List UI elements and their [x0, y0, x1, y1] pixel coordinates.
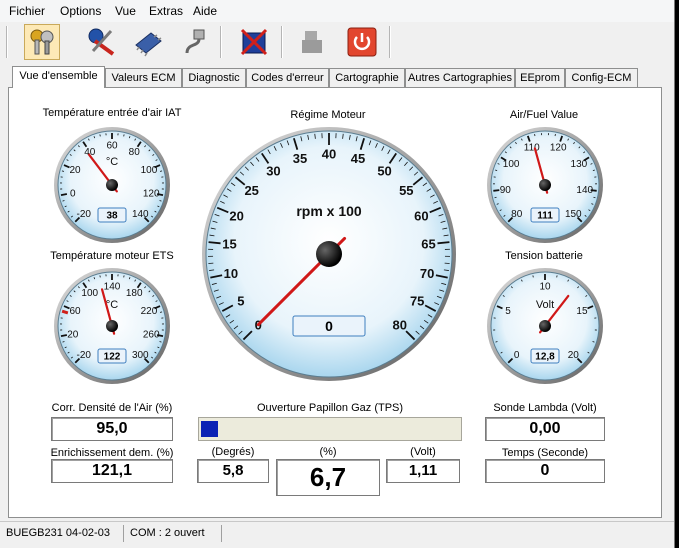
air-density-value: 95,0	[51, 417, 173, 441]
engine-button[interactable]	[294, 24, 330, 60]
menu-bar: Fichier Options Vue Extras Aide	[0, 0, 674, 23]
rpm-gauge-title: Régime Moteur	[290, 109, 366, 121]
power-button[interactable]	[344, 24, 380, 60]
tab-cartographie[interactable]: Cartographie	[329, 68, 405, 87]
enrichment-value: 121,1	[51, 459, 173, 483]
chip-icon	[135, 32, 162, 57]
engine-icon	[302, 31, 322, 53]
keys-button[interactable]	[24, 24, 60, 60]
status-ecm-id: BUEGB231 04-02-03	[2, 525, 124, 542]
degrees-value: 5,8	[197, 459, 269, 483]
ets-gauge-title: Température moteur ETS	[50, 250, 174, 262]
toolbar-separator	[6, 26, 8, 58]
time-label: Temps (Seconde)	[501, 447, 589, 459]
degrees-label: (Degrés)	[211, 446, 255, 458]
toolbar-separator	[220, 26, 222, 58]
menu-extras[interactable]: Extras	[149, 4, 183, 18]
battery-gauge-title: Tension batterie	[505, 250, 583, 262]
volt-label: (Volt)	[410, 446, 436, 458]
main-window: Fichier Options Vue Extras Aide Vue d'en…	[0, 0, 675, 548]
tab-eeprom[interactable]: EEprom	[515, 68, 565, 87]
afr-gauge-title: Air/Fuel Value	[509, 109, 579, 121]
time-value: 0	[485, 459, 605, 483]
tab-vue-ensemble[interactable]: Vue d'ensemble	[12, 66, 105, 88]
tab-codes-erreur[interactable]: Codes d'erreur	[246, 68, 329, 87]
menu-aide[interactable]: Aide	[193, 4, 217, 18]
throttle-progress-bar	[198, 417, 462, 441]
lambda-value: 0,00	[485, 417, 605, 441]
tab-config-ecm[interactable]: Config-ECM	[565, 68, 638, 87]
status-com-port: COM : 2 ouvert	[126, 525, 222, 542]
toolbar-separator	[281, 26, 283, 58]
throttle-title: Ouverture Papillon Gaz (TPS)	[256, 402, 404, 414]
menu-vue[interactable]: Vue	[115, 4, 136, 18]
tools-button[interactable]	[84, 24, 120, 60]
tab-diagnostic[interactable]: Diagnostic	[182, 68, 246, 87]
iat-gauge-title: Température entrée d'air IAT	[42, 107, 182, 119]
toolbar-separator	[389, 26, 391, 58]
eeprom-cross-icon	[240, 28, 268, 56]
volt-value: 1,11	[386, 459, 460, 483]
status-empty	[224, 525, 672, 542]
cable-icon	[185, 29, 205, 54]
lambda-label: Sonde Lambda (Volt)	[493, 402, 597, 414]
percent-value: 6,7	[276, 459, 380, 496]
tab-autres-cartographies[interactable]: Autres Cartographies	[405, 68, 515, 87]
eeprom-button[interactable]	[236, 24, 272, 60]
tools-icon	[88, 28, 115, 56]
percent-label: (%)	[319, 446, 337, 458]
air-density-label: Corr. Densité de l'Air (%)	[51, 402, 173, 414]
tab-valeurs-ecm[interactable]: Valeurs ECM	[105, 68, 182, 87]
throttle-progress-fill	[201, 421, 219, 437]
menu-options[interactable]: Options	[60, 4, 101, 18]
keys-icon	[30, 29, 54, 55]
chip-button[interactable]	[130, 24, 166, 60]
status-bar: BUEGB231 04-02-03 COM : 2 ouvert	[0, 521, 674, 544]
power-icon	[347, 27, 377, 57]
menu-fichier[interactable]: Fichier	[9, 4, 45, 18]
toolbar	[0, 22, 674, 62]
enrichment-label: Enrichissement dem. (%)	[50, 447, 174, 459]
cable-button[interactable]	[176, 24, 212, 60]
